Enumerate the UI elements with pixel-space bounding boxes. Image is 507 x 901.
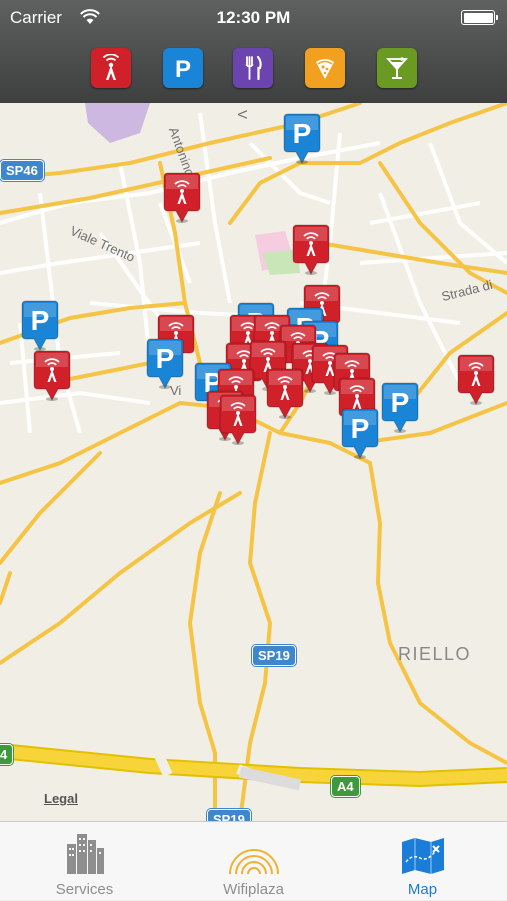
tab-map-label: Map [407, 881, 438, 898]
road-shield-sp19-bottom: SP19 [207, 809, 251, 821]
fork-knife-icon [245, 55, 262, 81]
wifi-spot-pin[interactable] [291, 223, 331, 275]
wifi-spot-pin[interactable] [265, 367, 305, 419]
tab-services[interactable]: Services [0, 822, 169, 901]
wifi-tower-icon [102, 54, 120, 80]
svg-text:P: P [293, 118, 312, 149]
filter-pizza-button[interactable] [305, 48, 345, 88]
parking-pin[interactable]: P [145, 337, 185, 389]
wifi-spot-pin[interactable] [218, 393, 258, 445]
filter-wifi-button[interactable] [91, 48, 131, 88]
road-shield-a4: A4 [331, 776, 360, 797]
road-shield-sp46: SP46 [0, 160, 44, 181]
filter-restaurant-button[interactable] [233, 48, 273, 88]
status-bar: Carrier 12:30 PM [0, 0, 507, 36]
parking-pin[interactable]: P [380, 381, 420, 433]
top-header: Carrier 12:30 PM P [0, 0, 507, 103]
tab-map[interactable]: Map [338, 822, 507, 901]
buildings-icon [66, 834, 104, 874]
pizza-slice-icon [316, 59, 334, 79]
category-filter-bar: P [0, 48, 507, 88]
wifi-spot-pin[interactable] [162, 171, 202, 223]
tab-wifiplaza[interactable]: Wifiplaza [169, 822, 338, 901]
filter-parking-button[interactable]: P [163, 48, 203, 88]
road-shield-a4-left: 4 [0, 744, 14, 765]
tab-bar: Services Wifiplaza Map [0, 821, 507, 900]
filter-bar-button[interactable] [377, 48, 417, 88]
cocktail-glass-icon [385, 57, 409, 79]
svg-text:P: P [156, 343, 175, 374]
svg-text:P: P [351, 413, 370, 444]
parking-pin[interactable]: P [20, 299, 60, 351]
parking-pin[interactable]: P [282, 112, 322, 164]
svg-text:P: P [391, 387, 410, 418]
clock: 12:30 PM [216, 8, 291, 27]
map-roads [0, 103, 507, 821]
svg-text:P: P [175, 56, 191, 82]
tab-wifiplaza-label: Wifiplaza [223, 881, 284, 898]
street-label-v: V [234, 110, 250, 119]
wifi-spot-pin[interactable] [32, 349, 72, 401]
place-label-riello: RIELLO [398, 644, 472, 664]
legal-link[interactable]: Legal [44, 791, 78, 806]
parking-pin[interactable]: P [340, 407, 380, 459]
map-icon [401, 838, 444, 874]
svg-text:P: P [31, 305, 50, 336]
wifi-spot-pin[interactable] [456, 353, 496, 405]
wifi-rings-icon [228, 849, 279, 875]
map-view[interactable]: Viale Trento Strada di Antonino Vi V SP4… [0, 103, 507, 821]
parking-icon: P [175, 56, 191, 82]
battery-icon [461, 10, 498, 25]
tab-services-label: Services [55, 881, 114, 898]
road-shield-sp19: SP19 [252, 645, 296, 666]
